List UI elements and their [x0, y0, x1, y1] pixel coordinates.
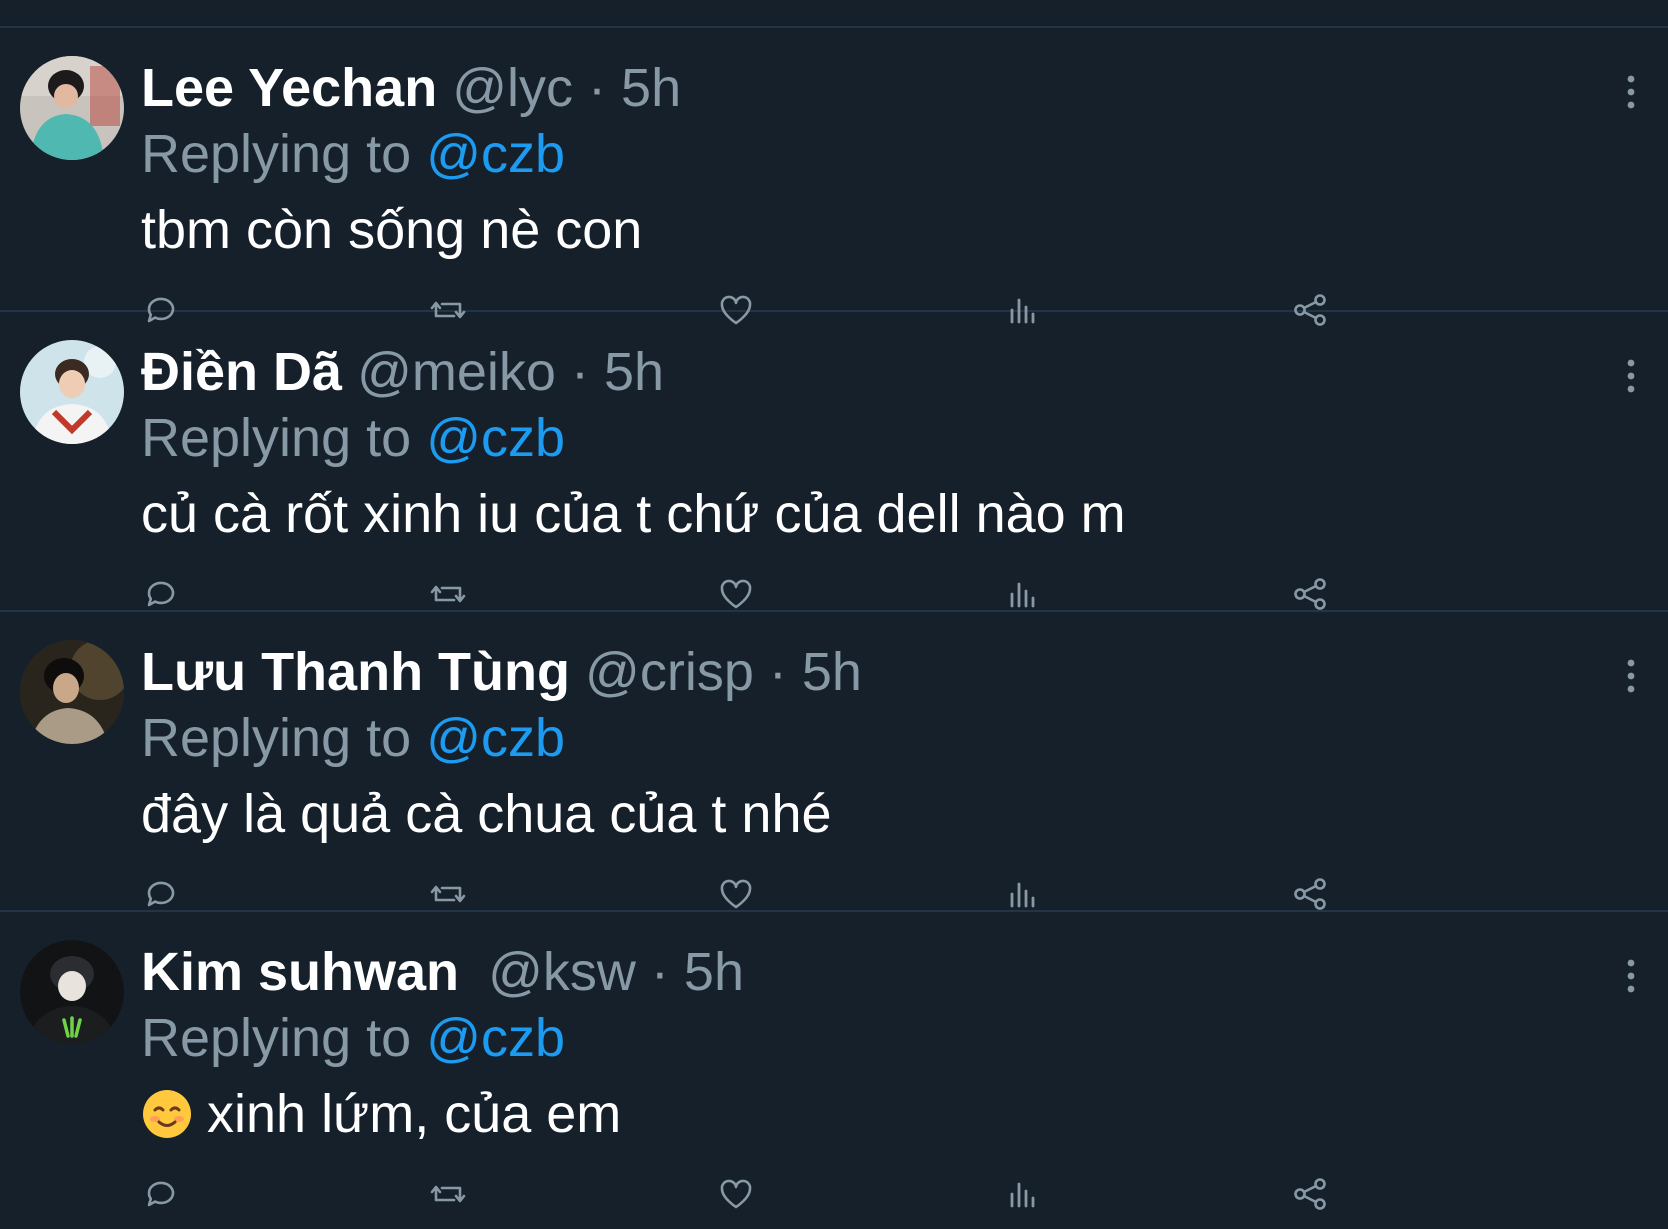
smiling-face-icon	[141, 1088, 193, 1140]
replying-to-handle[interactable]: @czb	[426, 408, 565, 468]
replying-label: Replying to	[141, 124, 412, 184]
replying-to: Replying to @czb	[141, 706, 565, 770]
avatar[interactable]	[20, 940, 124, 1044]
tweet-header: Kim suhwan @ksw · 5h	[141, 940, 744, 1004]
tweet-header: Lee Yechan @lyc · 5h	[141, 56, 681, 120]
replying-label: Replying to	[141, 1008, 412, 1068]
timestamp[interactable]: 5h	[604, 342, 664, 402]
replying-to-handle[interactable]: @czb	[426, 124, 565, 184]
tweet-text: xinh lứm, của em	[207, 1084, 622, 1144]
avatar[interactable]	[20, 640, 124, 744]
display-name[interactable]: Lưu Thanh Tùng	[141, 642, 570, 702]
user-handle[interactable]: @lyc	[452, 58, 573, 118]
like-icon[interactable]	[716, 574, 756, 614]
retweet-icon[interactable]	[428, 1174, 468, 1214]
tweet-text: củ cà rốt xinh iu của t chứ của dell nào…	[141, 484, 1126, 544]
more-options-icon[interactable]	[1616, 952, 1646, 1000]
reply-tweet[interactable]: Điền Dã @meiko · 5h Replying to @czb củ …	[0, 312, 1668, 612]
separator-dot: ·	[768, 642, 787, 702]
retweet-icon[interactable]	[428, 874, 468, 914]
timestamp[interactable]: 5h	[621, 58, 681, 118]
like-icon[interactable]	[716, 1174, 756, 1214]
display-name[interactable]: Kim suhwan	[141, 942, 459, 1002]
replying-to-handle[interactable]: @czb	[426, 708, 565, 768]
display-name[interactable]: Điền Dã	[141, 342, 342, 402]
share-icon[interactable]	[1290, 574, 1330, 614]
more-options-icon[interactable]	[1616, 652, 1646, 700]
tweet-header: Lưu Thanh Tùng @crisp · 5h	[141, 640, 862, 704]
tweet-text-container: xinh lứm, của em	[141, 1082, 621, 1146]
avatar-image	[20, 340, 124, 444]
retweet-icon[interactable]	[428, 574, 468, 614]
timestamp[interactable]: 5h	[684, 942, 744, 1002]
like-icon[interactable]	[716, 874, 756, 914]
user-handle[interactable]: @crisp	[585, 642, 754, 702]
avatar-image	[20, 640, 124, 744]
reply-feed: Lee Yechan @lyc · 5h Replying to @czb tb…	[0, 28, 1668, 1212]
share-icon[interactable]	[1290, 874, 1330, 914]
replying-label: Replying to	[141, 408, 412, 468]
more-options-icon[interactable]	[1616, 68, 1646, 116]
replying-to: Replying to @czb	[141, 1006, 565, 1070]
views-icon[interactable]	[1003, 574, 1043, 614]
reply-tweet[interactable]: Lưu Thanh Tùng @crisp · 5h Replying to @…	[0, 612, 1668, 912]
replying-to-handle[interactable]: @czb	[426, 1008, 565, 1068]
action-bar	[141, 574, 1391, 614]
more-options-icon[interactable]	[1616, 352, 1646, 400]
separator-dot: ·	[588, 58, 607, 118]
views-icon[interactable]	[1003, 874, 1043, 914]
display-name[interactable]: Lee Yechan	[141, 58, 437, 118]
share-icon[interactable]	[1290, 1174, 1330, 1214]
action-bar	[141, 1174, 1391, 1214]
tweet-header: Điền Dã @meiko · 5h	[141, 340, 664, 404]
reply-icon[interactable]	[141, 1174, 181, 1214]
avatar[interactable]	[20, 340, 124, 444]
reply-icon[interactable]	[141, 574, 181, 614]
action-bar	[141, 874, 1391, 914]
avatar[interactable]	[20, 56, 124, 160]
replying-to: Replying to @czb	[141, 122, 565, 186]
views-icon[interactable]	[1003, 1174, 1043, 1214]
replying-to: Replying to @czb	[141, 406, 565, 470]
tweet-text: đây là quả cà chua của t nhé	[141, 784, 832, 844]
reply-tweet[interactable]: Kim suhwan @ksw · 5h Replying to @czb xi…	[0, 912, 1668, 1212]
reply-tweet[interactable]: Lee Yechan @lyc · 5h Replying to @czb tb…	[0, 28, 1668, 326]
tweet-text: tbm còn sống nè con	[141, 200, 643, 260]
timestamp[interactable]: 5h	[802, 642, 862, 702]
separator-dot: ·	[570, 342, 589, 402]
reply-icon[interactable]	[141, 874, 181, 914]
avatar-image	[20, 56, 124, 160]
user-handle[interactable]: @ksw	[488, 942, 636, 1002]
avatar-image	[20, 940, 124, 1044]
user-handle[interactable]: @meiko	[357, 342, 556, 402]
separator-dot: ·	[650, 942, 669, 1002]
replying-label: Replying to	[141, 708, 412, 768]
